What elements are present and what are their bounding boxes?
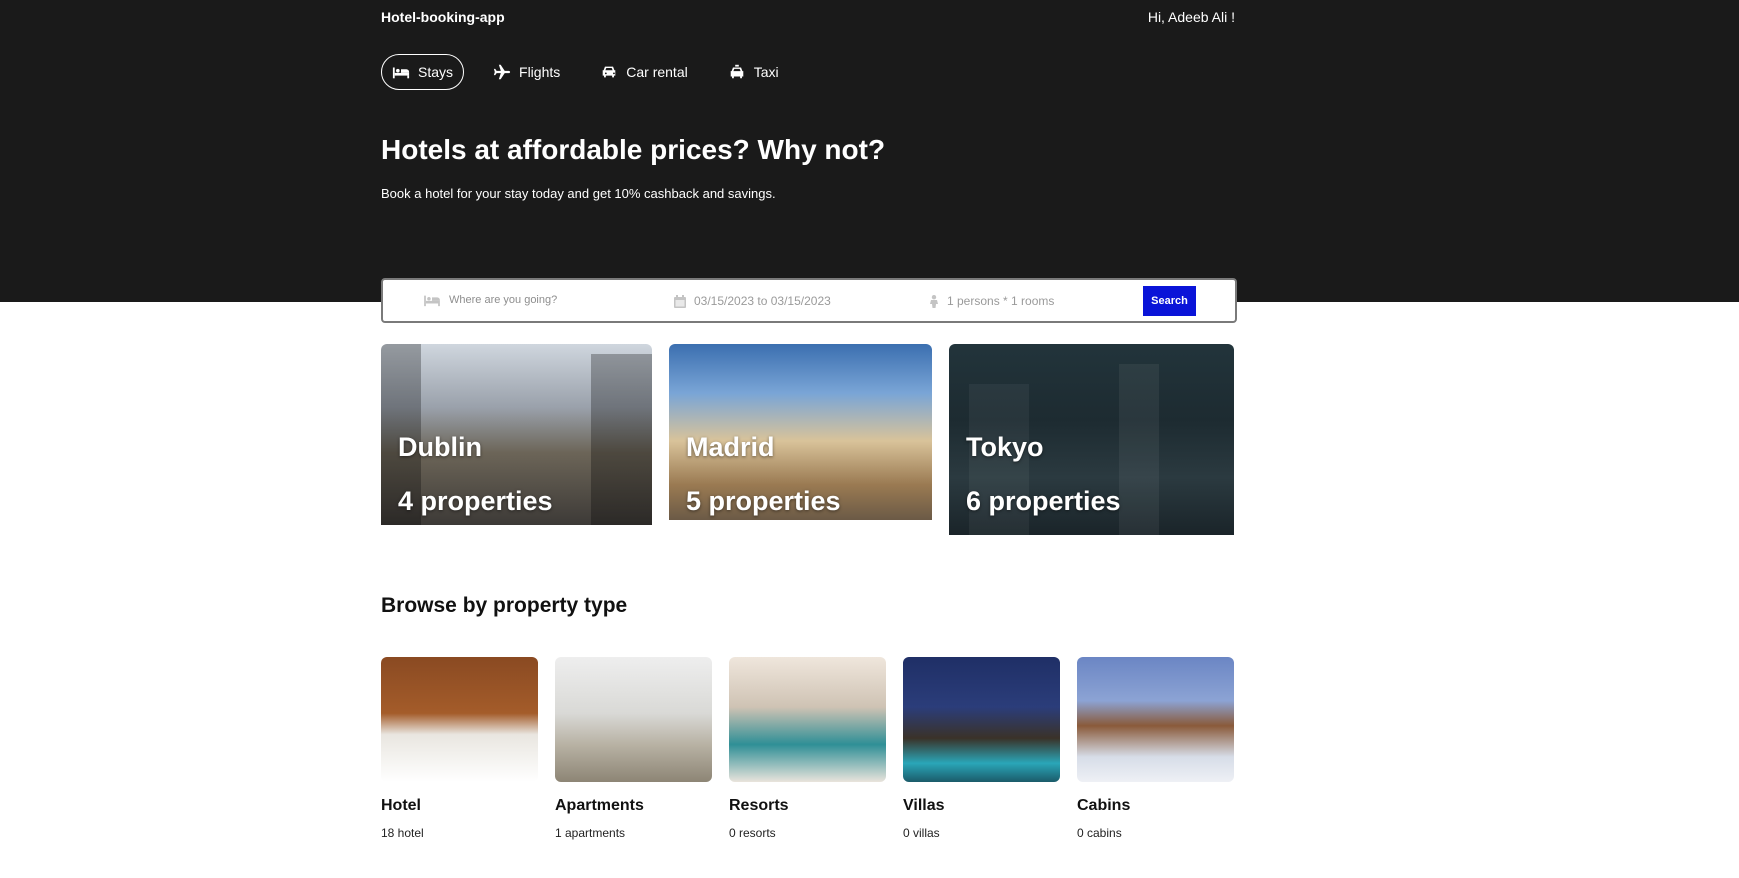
user-greeting: Hi, Adeeb Ali ! <box>1147 9 1235 25</box>
property-type-name: Cabins <box>1077 797 1131 814</box>
brand-logo[interactable]: Hotel-booking-app <box>381 9 505 25</box>
city-properties: 4 properties <box>398 486 553 516</box>
city-name: Dublin <box>398 432 482 462</box>
nav-stays[interactable]: Stays <box>381 54 465 90</box>
property-type-name: Apartments <box>555 797 644 814</box>
hero-title: Hotels at affordable prices? Why not? <box>381 134 886 165</box>
property-type-count: 0 cabins <box>1077 826 1122 840</box>
featured-city-dublin[interactable]: Dublin 4 properties <box>381 344 652 525</box>
search-button[interactable]: Search <box>1143 286 1196 316</box>
hero-header: Hotel-booking-app Hi, Adeeb Ali ! Stays … <box>0 0 1739 302</box>
car-icon <box>602 66 616 78</box>
property-type-image[interactable] <box>381 657 538 782</box>
property-type-apartments[interactable]: Apartments 1 apartments <box>555 657 712 840</box>
property-type-count: 1 apartments <box>555 826 626 840</box>
nav-taxi[interactable]: Taxi <box>717 54 790 90</box>
category-nav: Stays Flights Car rental Taxi <box>381 54 790 90</box>
nav-label: Stays <box>418 64 454 80</box>
city-image-detail <box>591 354 652 525</box>
city-properties: 6 properties <box>966 486 1121 516</box>
property-type-name: Hotel <box>381 797 421 814</box>
date-range-field[interactable]: 03/15/2023 to 03/15/2023 <box>674 294 831 308</box>
destination-field[interactable] <box>423 293 629 307</box>
hero-subtitle: Book a hotel for your stay today and get… <box>381 186 776 201</box>
search-bar: 03/15/2023 to 03/15/2023 1 persons * 1 r… <box>381 278 1237 323</box>
featured-city-madrid[interactable]: Madrid 5 properties <box>669 344 932 520</box>
property-type-heading: Browse by property type <box>381 594 628 617</box>
bed-icon <box>392 67 410 79</box>
featured-city-tokyo[interactable]: Tokyo 6 properties <box>949 344 1234 535</box>
property-type-image[interactable] <box>555 657 712 782</box>
property-type-name: Resorts <box>729 797 789 814</box>
property-type-image[interactable] <box>729 657 886 782</box>
property-type-resorts[interactable]: Resorts 0 resorts <box>729 657 886 840</box>
guests-value: 1 persons * 1 rooms <box>947 294 1055 308</box>
date-range-value: 03/15/2023 to 03/15/2023 <box>694 294 831 308</box>
bed-icon <box>424 295 440 307</box>
property-type-count: 0 resorts <box>729 826 776 840</box>
nav-label: Car rental <box>626 64 688 80</box>
destination-input[interactable] <box>449 294 629 306</box>
taxi-icon <box>730 64 744 79</box>
city-properties: 5 properties <box>686 486 841 516</box>
property-type-cabins[interactable]: Cabins 0 cabins <box>1077 657 1234 840</box>
city-name: Madrid <box>686 432 775 462</box>
property-type-image[interactable] <box>1077 657 1234 782</box>
nav-car-rental[interactable]: Car rental <box>589 54 698 90</box>
nav-flights[interactable]: Flights <box>482 54 571 90</box>
property-type-hotel[interactable]: Hotel 18 hotel <box>381 657 538 840</box>
property-type-name: Villas <box>903 797 945 814</box>
property-type-villas[interactable]: Villas 0 villas <box>903 657 1060 840</box>
nav-label: Taxi <box>753 64 779 80</box>
guests-field[interactable]: 1 persons * 1 rooms <box>929 294 1054 308</box>
property-type-count: 18 hotel <box>381 826 424 840</box>
nav-label: Flights <box>519 64 561 80</box>
plane-icon <box>493 64 511 80</box>
property-type-image[interactable] <box>903 657 1060 782</box>
city-image-detail <box>1119 364 1159 535</box>
property-type-count: 0 villas <box>903 826 940 840</box>
city-name: Tokyo <box>966 432 1044 462</box>
calendar-icon <box>674 294 686 308</box>
person-icon <box>930 294 938 308</box>
